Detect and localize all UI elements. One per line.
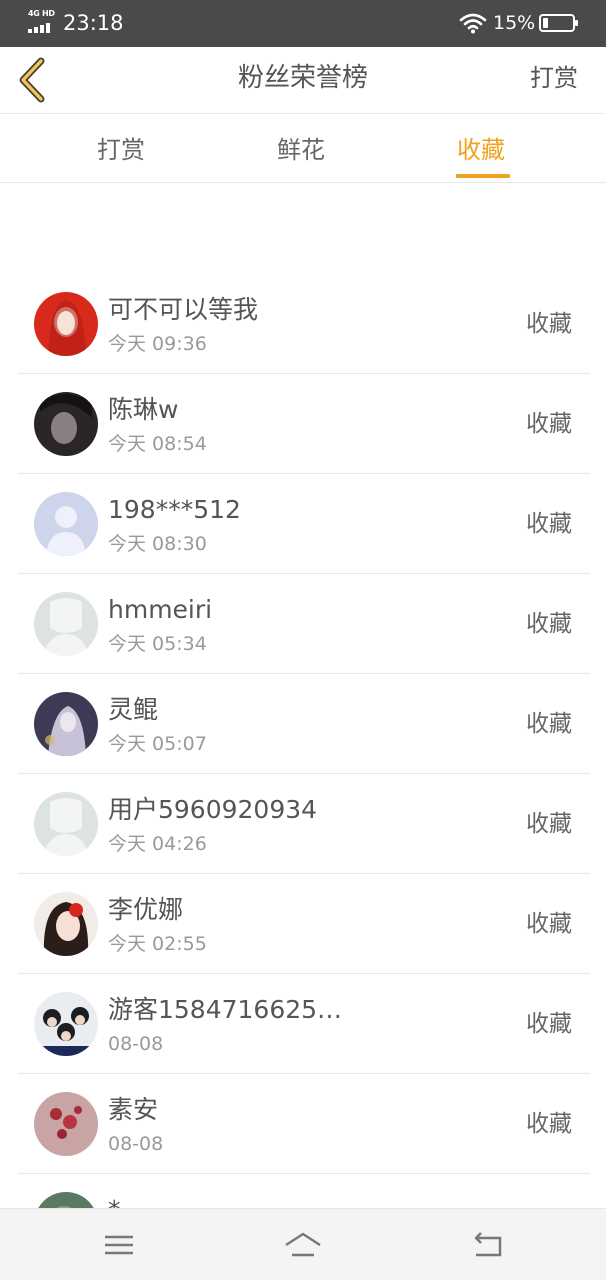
system-nav-bar <box>0 1208 606 1280</box>
action-type: 收藏 <box>526 511 572 537</box>
fan-name: 用户5960920934 <box>108 795 318 824</box>
tab-bar: 打赏 鲜花 收藏 <box>0 115 606 183</box>
avatar <box>34 692 98 756</box>
action-type: 收藏 <box>526 611 572 637</box>
fan-name: * <box>108 1193 121 1208</box>
list-item[interactable]: 灵鲲 今天 05:07 收藏 <box>18 674 590 774</box>
fan-name: 198***512 <box>108 495 241 524</box>
action-type: 收藏 <box>526 1011 572 1037</box>
list-item[interactable]: 198***512 今天 08:30 收藏 <box>18 474 590 574</box>
fan-time: 08-08 <box>108 1033 164 1055</box>
tab-reward[interactable]: 打赏 <box>97 133 145 167</box>
list-item[interactable]: * <box>18 1174 590 1208</box>
action-type: 收藏 <box>526 911 572 937</box>
battery-percent: 15% <box>493 12 536 34</box>
list-item[interactable]: 游客1584716625… 08-08 收藏 <box>18 974 590 1074</box>
avatar <box>34 1192 98 1208</box>
fan-time: 今天 04:26 <box>108 833 207 855</box>
fan-name: 素安 <box>108 1095 159 1124</box>
fan-list: 可不可以等我 今天 09:36 收藏 陈琳w 今天 08:54 收藏 198**… <box>0 274 606 1208</box>
fan-name: 灵鲲 <box>108 695 159 724</box>
home-icon[interactable] <box>283 1227 323 1263</box>
list-item[interactable]: 陈琳w 今天 08:54 收藏 <box>18 374 590 474</box>
action-type: 收藏 <box>526 1111 572 1137</box>
avatar <box>34 792 98 856</box>
menu-icon[interactable] <box>99 1227 139 1263</box>
avatar <box>34 1092 98 1156</box>
network-label: 4G HD <box>28 9 55 18</box>
action-type: 收藏 <box>526 711 572 737</box>
action-type: 收藏 <box>526 411 572 437</box>
tab-flowers[interactable]: 鲜花 <box>277 133 325 167</box>
avatar <box>34 492 98 556</box>
back-icon[interactable] <box>468 1227 508 1263</box>
battery-icon <box>539 14 578 32</box>
fan-name: 可不可以等我 <box>108 295 259 324</box>
avatar <box>34 592 98 656</box>
status-time: 23:18 <box>63 11 124 35</box>
fan-time: 今天 08:30 <box>108 533 207 555</box>
action-type: 收藏 <box>526 811 572 837</box>
fan-time: 今天 02:55 <box>108 933 207 955</box>
page-title: 粉丝荣誉榜 <box>237 63 368 93</box>
list-item[interactable]: 用户5960920934 今天 04:26 收藏 <box>18 774 590 874</box>
list-item[interactable]: 素安 08-08 收藏 <box>18 1074 590 1174</box>
fan-time: 今天 05:34 <box>108 633 207 655</box>
list-item[interactable]: hmmeiri 今天 05:34 收藏 <box>18 574 590 674</box>
signal-icon: 4G HD <box>28 9 56 35</box>
avatar <box>34 892 98 956</box>
avatar <box>34 392 98 456</box>
fan-name: 陈琳w <box>108 395 179 424</box>
action-type: 收藏 <box>526 311 572 337</box>
header-bar: 粉丝荣誉榜 打赏 <box>0 47 606 114</box>
wifi-icon <box>459 13 487 34</box>
fan-time: 08-08 <box>108 1133 164 1155</box>
fan-name: 游客1584716625… <box>108 995 343 1024</box>
fan-time: 今天 09:36 <box>108 333 207 355</box>
avatar <box>34 292 98 356</box>
status-bar: 4G HD 23:18 15% <box>0 0 606 47</box>
fan-time: 今天 05:07 <box>108 733 207 755</box>
fan-time: 今天 08:54 <box>108 433 207 455</box>
fan-name: 李优娜 <box>108 895 184 924</box>
avatar <box>34 992 98 1056</box>
list-item[interactable]: 李优娜 今天 02:55 收藏 <box>18 874 590 974</box>
reward-button[interactable]: 打赏 <box>530 60 578 96</box>
list-item[interactable]: 可不可以等我 今天 09:36 收藏 <box>18 274 590 374</box>
fan-name: hmmeiri <box>108 595 213 624</box>
tab-favorites[interactable]: 收藏 <box>457 133 505 167</box>
active-tab-indicator <box>456 174 510 178</box>
